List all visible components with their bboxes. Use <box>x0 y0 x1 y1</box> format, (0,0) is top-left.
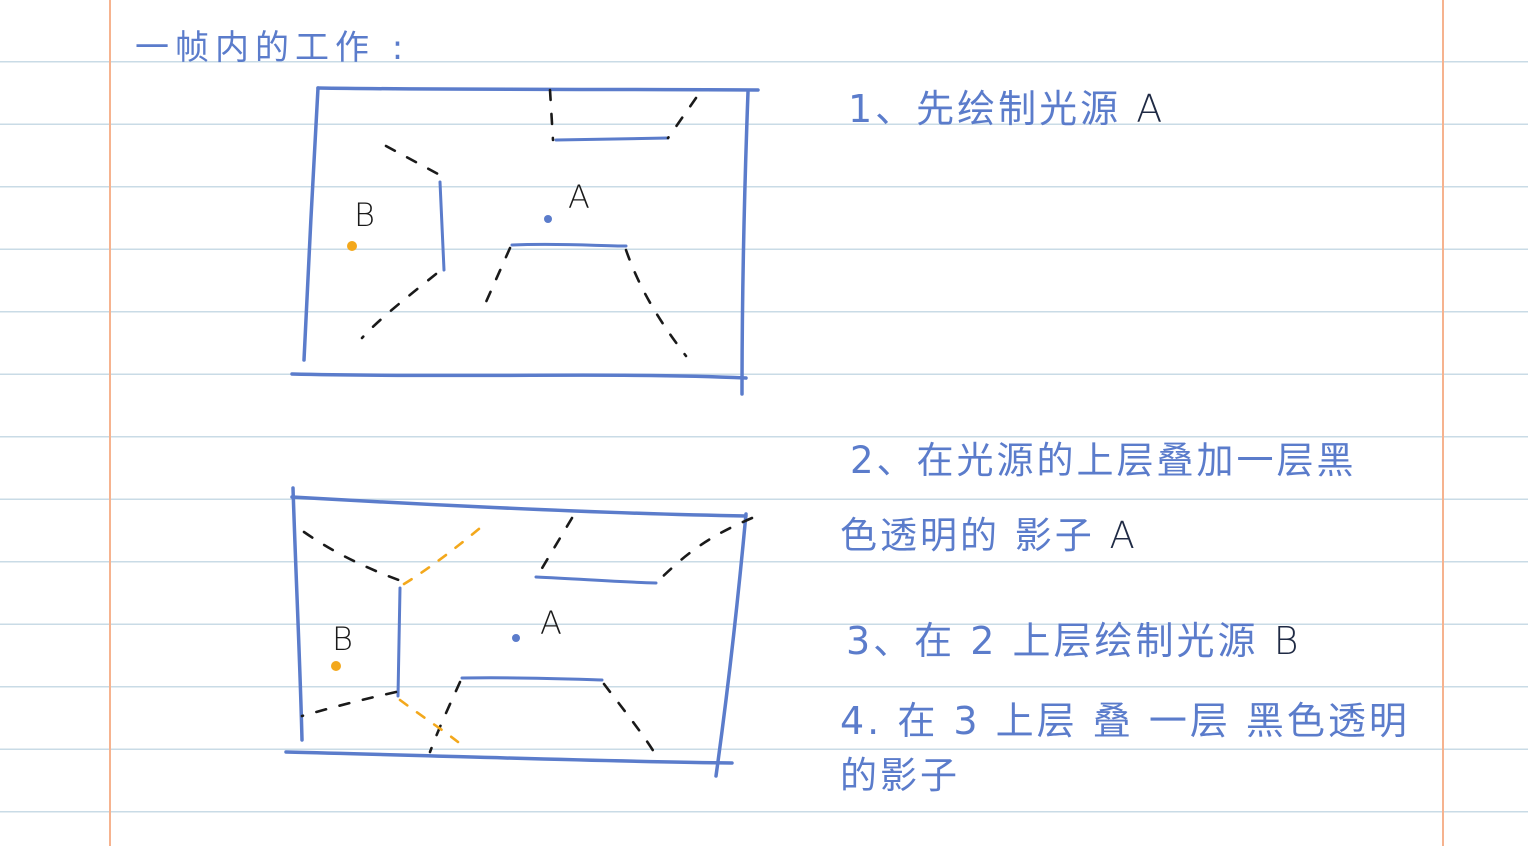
top-shadow-upper-right-left <box>548 88 555 142</box>
top-shadow-center-right <box>624 248 688 358</box>
top-wall-center <box>510 242 628 248</box>
top-frame-right-edge <box>740 90 750 396</box>
top-diagram: A B <box>290 86 760 396</box>
top-shadow-left-top <box>384 144 440 176</box>
bottom-shadow-a-center-right <box>602 682 656 754</box>
sketch-layer: A B A B <box>284 86 760 778</box>
top-light-source-a-dot <box>544 215 552 223</box>
bottom-wall-center <box>460 676 604 682</box>
top-frame-bottom-edge <box>290 372 748 380</box>
bottom-frame-top-edge <box>290 495 748 518</box>
top-light-b-label: B <box>354 196 375 234</box>
top-shadow-upper-right-right <box>666 96 698 140</box>
bottom-shadow-a-upper-left <box>302 530 406 584</box>
bottom-light-a-label: A <box>540 604 562 642</box>
bottom-diagram: A B <box>284 486 754 778</box>
top-wall-upper-right <box>554 136 670 142</box>
top-light-source-b-dot <box>347 241 357 251</box>
bottom-light-source-a-dot <box>512 634 520 642</box>
top-frame-left-edge <box>302 86 320 362</box>
bottom-shadow-a-upper-right-left <box>536 516 574 577</box>
bottom-frame-bottom-edge <box>284 750 734 765</box>
bottom-wall-left <box>396 586 402 698</box>
bottom-light-source-b-dot <box>331 661 341 671</box>
top-frame-top-edge <box>316 86 760 92</box>
bottom-frame-left-edge <box>291 486 304 742</box>
bottom-shadow-a-upper-right-right <box>654 516 754 585</box>
top-shadow-center-left <box>484 246 512 304</box>
bottom-wall-upper-right <box>534 575 658 585</box>
bottom-light-b-label: B <box>332 620 353 658</box>
top-wall-left <box>438 180 446 272</box>
bottom-frame-right-edge <box>714 512 748 778</box>
bottom-shadow-b-upper <box>402 521 488 586</box>
bottom-shadow-a-lower-left <box>300 690 398 718</box>
top-shadow-left-bottom <box>360 272 438 340</box>
top-light-a-label: A <box>568 178 590 216</box>
